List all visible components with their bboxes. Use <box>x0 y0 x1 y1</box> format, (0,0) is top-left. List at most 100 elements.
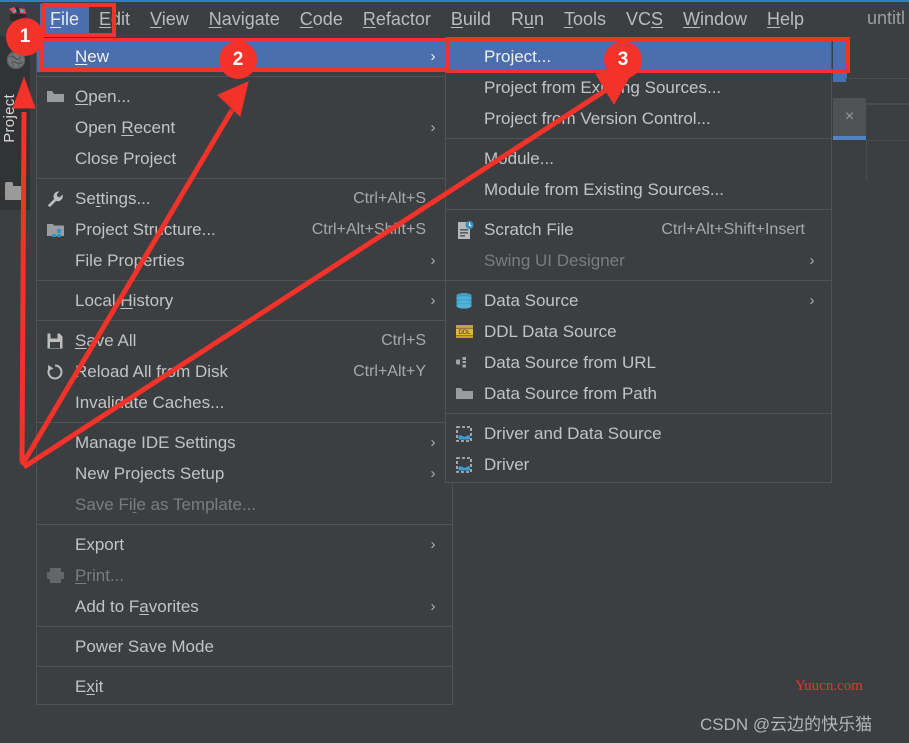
menu-bar-item-vcs[interactable]: VCS <box>616 4 673 34</box>
driver-icon <box>446 418 484 449</box>
file-menu-dropdown: New › Open... Open Recent › Close Project Sett… <box>36 38 453 705</box>
menu-bar-item-file[interactable]: File <box>40 4 90 34</box>
menu-item-label: Data Source from URL <box>484 352 656 372</box>
menu-item-label: Project from Existing Sources... <box>484 77 722 97</box>
new-submenu-item-driver[interactable]: Driver <box>446 449 831 480</box>
file-menu-item-manage-ide-settings[interactable]: Manage IDE Settings › <box>37 427 452 458</box>
menu-item-label: Open Recent <box>75 117 176 137</box>
menu-bar-item-view[interactable]: View <box>140 4 199 34</box>
menu-separator <box>37 320 452 321</box>
menu-bar-item-navigate[interactable]: Navigate <box>199 4 290 34</box>
new-submenu-item-module-from-existing-sources[interactable]: Module from Existing Sources... <box>446 174 831 205</box>
menu-item-label: Save All <box>75 330 137 350</box>
menu-icon-placeholder <box>446 72 484 103</box>
new-submenu-item-project-from-version-control[interactable]: Project from Version Control... <box>446 103 831 134</box>
screenshot-root: × Project File Edit View Navigate Code R… <box>0 0 909 743</box>
new-submenu-item-data-source-from-url[interactable]: Data Source from URL <box>446 347 831 378</box>
menu-item-label: Module... <box>484 148 554 168</box>
menu-item-label: Project from Version Control... <box>484 108 711 128</box>
menu-icon-placeholder <box>37 143 75 174</box>
menu-item-label: Module from Existing Sources... <box>484 179 724 199</box>
menu-icon-placeholder <box>37 458 75 489</box>
menu-item-shortcut: Ctrl+Alt+Shift+Insert <box>661 220 805 238</box>
file-menu-item-open[interactable]: Open... <box>37 81 452 112</box>
menu-item-shortcut: Ctrl+Alt+Y <box>353 362 426 380</box>
menu-item-label: Close Project <box>75 148 177 168</box>
menu-bar-item-refactor[interactable]: Refactor <box>353 4 441 34</box>
menu-bar-item-code[interactable]: Code <box>290 4 353 34</box>
file-menu-item-settings[interactable]: Settings... Ctrl+Alt+S <box>37 183 452 214</box>
editor-file-tab[interactable]: × <box>833 98 866 138</box>
menu-icon-placeholder <box>446 245 484 276</box>
menu-item-label: New Projects Setup <box>75 463 225 483</box>
menu-separator <box>446 209 831 210</box>
new-submenu-item-data-source[interactable]: Data Source › <box>446 285 831 316</box>
chevron-right-icon: › <box>430 48 436 65</box>
reload-icon <box>37 356 75 387</box>
file-menu-item-reload-all-from-disk[interactable]: Reload All from Disk Ctrl+Alt+Y <box>37 356 452 387</box>
menu-item-label: Driver and Data Source <box>484 423 662 443</box>
file-menu-item-close-project[interactable]: Close Project <box>37 143 452 174</box>
menu-bar-item-help[interactable]: Help <box>757 4 814 34</box>
new-submenu-item-data-source-from-path[interactable]: Data Source from Path <box>446 378 831 409</box>
file-menu-item-new[interactable]: New › <box>37 41 452 72</box>
file-menu-item-power-save-mode[interactable]: Power Save Mode <box>37 631 452 662</box>
file-menu-item-exit[interactable]: Exit <box>37 671 452 702</box>
file-menu-item-project-structure[interactable]: Project Structure... Ctrl+Alt+Shift+S <box>37 214 452 245</box>
file-menu-item-invalidate-caches[interactable]: Invalidate Caches... <box>37 387 452 418</box>
menu-item-label: Invalidate Caches... <box>75 392 225 412</box>
file-menu-item-open-recent[interactable]: Open Recent › <box>37 112 452 143</box>
chevron-right-icon: › <box>430 119 436 136</box>
new-submenu-item-driver-and-data-source[interactable]: Driver and Data Source <box>446 418 831 449</box>
new-submenu-item-module[interactable]: Module... <box>446 143 831 174</box>
watermark-site: Yuucn.com <box>795 678 863 694</box>
chevron-right-icon: › <box>430 434 436 451</box>
menu-item-label: Data Source from Path <box>484 383 657 403</box>
folder-icon[interactable] <box>5 182 23 200</box>
file-menu-item-save-all[interactable]: Save All Ctrl+S <box>37 325 452 356</box>
close-icon[interactable]: × <box>842 109 857 125</box>
menu-bar-item-tools[interactable]: Tools <box>554 4 616 34</box>
project-structure-icon <box>37 214 75 245</box>
menu-item-label: Print... <box>75 565 125 585</box>
menu-item-label: Power Save Mode <box>75 636 214 656</box>
menu-bar-item-run[interactable]: Run <box>501 4 554 34</box>
watermark-csdn: CSDN @云边的快乐猫 <box>700 715 873 734</box>
menu-bar-item-edit[interactable]: Edit <box>89 4 140 34</box>
file-menu-item-file-properties[interactable]: File Properties › <box>37 245 452 276</box>
menu-icon-placeholder <box>37 41 75 72</box>
editor-divider-bottom <box>866 140 909 141</box>
menu-item-label: New <box>75 46 110 66</box>
chevron-right-icon: › <box>809 292 815 309</box>
file-menu-item-print: Print... <box>37 560 452 591</box>
menu-item-shortcut: Ctrl+Alt+Shift+S <box>311 220 426 238</box>
menu-icon-placeholder <box>37 112 75 143</box>
menu-item-label: Swing UI Designer <box>484 250 625 270</box>
new-submenu-item-project[interactable]: Project... <box>446 41 831 72</box>
menu-bar-item-build[interactable]: Build <box>441 4 501 34</box>
left-tool-strip-panel: Project <box>0 36 30 210</box>
menu-item-label: DDL Data Source <box>484 321 617 341</box>
file-menu-item-local-history[interactable]: Local History › <box>37 285 452 316</box>
file-menu-item-add-to-favorites[interactable]: Add to Favorites › <box>37 591 452 622</box>
menu-item-label: Export <box>75 534 125 554</box>
menu-item-label: File Properties <box>75 250 185 270</box>
globe-icon[interactable] <box>6 50 26 70</box>
menu-bar-item-window[interactable]: Window <box>673 4 757 34</box>
menu-item-label: Local History <box>75 290 174 310</box>
driver-icon <box>446 449 484 480</box>
chevron-right-icon: › <box>430 465 436 482</box>
new-submenu-item-scratch-file[interactable]: Scratch File Ctrl+Alt+Shift+Insert <box>446 214 831 245</box>
new-submenu-item-project-from-existing-sources[interactable]: Project from Existing Sources... <box>446 72 831 103</box>
menu-icon-placeholder <box>37 529 75 560</box>
menu-separator <box>37 76 452 77</box>
new-submenu-item-ddl-data-source[interactable]: DDL DDL Data Source <box>446 316 831 347</box>
menu-separator <box>37 280 452 281</box>
menu-icon-placeholder <box>37 591 75 622</box>
menu-item-label: Project Structure... <box>75 219 216 239</box>
editor-tab-highlight <box>833 40 847 82</box>
sidebar-item-project[interactable]: Project <box>1 94 27 143</box>
file-menu-item-new-projects-setup[interactable]: New Projects Setup › <box>37 458 452 489</box>
file-menu-item-export[interactable]: Export › <box>37 529 452 560</box>
menu-icon-placeholder <box>446 41 484 72</box>
